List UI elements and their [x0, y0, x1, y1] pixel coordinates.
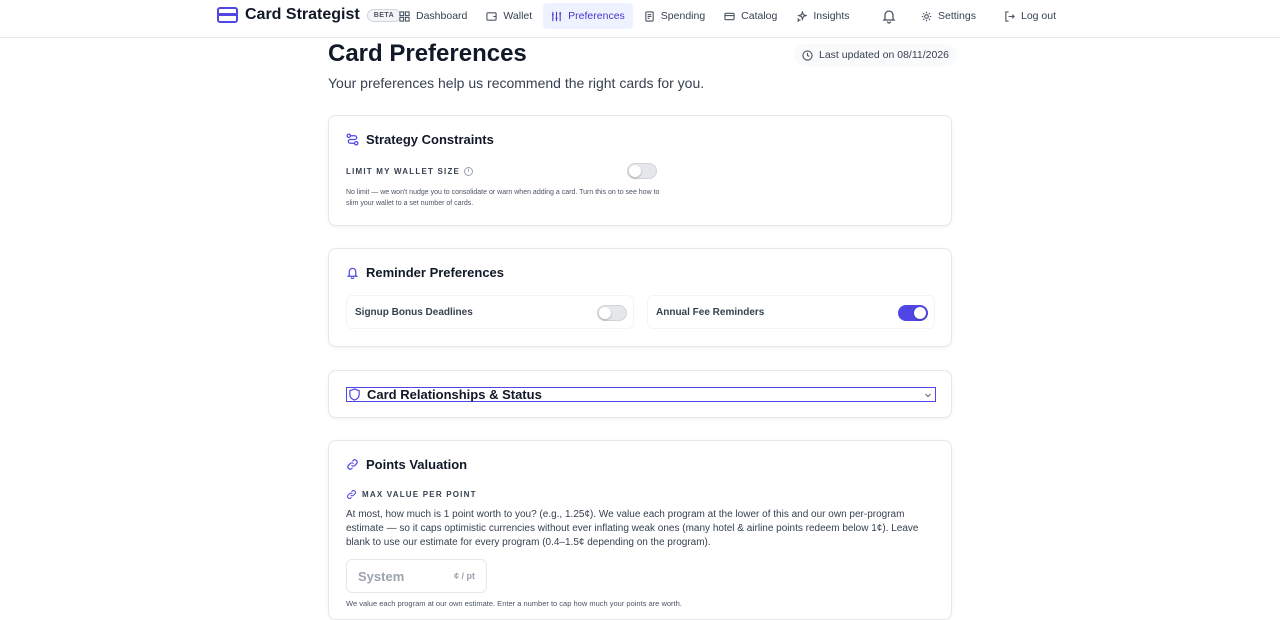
top-navigation-bar: Card Strategist BETA Dashboard Wallet Pr…	[0, 0, 1280, 38]
points-card-header: Points Valuation	[346, 457, 467, 472]
last-updated-badge: Last updated on 08/11/2026	[794, 44, 958, 66]
credit-card-icon	[217, 7, 238, 23]
page-title: Card Preferences	[328, 40, 527, 67]
route-icon	[346, 133, 359, 146]
max-value-input[interactable]	[358, 568, 438, 584]
insights-icon	[797, 10, 808, 22]
wallet-icon	[486, 11, 498, 21]
strategy-card-header: Strategy Constraints	[346, 132, 494, 147]
clock-icon	[802, 49, 813, 61]
reminder-card-title: Reminder Preferences	[366, 265, 505, 280]
main-nav: Dashboard Wallet Preferences Spending Ca…	[391, 3, 861, 29]
signup-bonus-toggle[interactable]	[597, 305, 627, 321]
nav-label: Dashboard	[416, 10, 468, 22]
logout-icon	[1005, 10, 1015, 22]
last-updated-text: Last updated on 08/11/2026	[819, 49, 950, 61]
nav-spending[interactable]: Spending	[636, 3, 713, 29]
nav-dashboard[interactable]: Dashboard	[391, 3, 475, 29]
catalog-icon	[724, 12, 735, 20]
preferences-icon	[552, 11, 562, 21]
toggle-knob	[599, 307, 611, 319]
nav-label: Wallet	[503, 10, 533, 22]
bell-icon[interactable]	[881, 8, 897, 24]
reminder-preferences-card: Reminder Preferences Signup Bonus Deadli…	[328, 248, 952, 347]
nav-label: Spending	[660, 10, 706, 22]
max-value-description: At most, how much is 1 point worth to yo…	[346, 509, 919, 548]
max-value-text: MAX VALUE PER POINT	[362, 490, 477, 499]
logout-label: Log out	[1021, 10, 1057, 22]
signup-bonus-label: Signup Bonus Deadlines	[355, 307, 473, 318]
cents-per-point-unit: ¢ / pt	[453, 571, 475, 581]
nav-catalog[interactable]: Catalog	[716, 3, 785, 29]
nav-label: Catalog	[741, 10, 778, 22]
annual-fee-row: Annual Fee Reminders	[647, 295, 935, 329]
brand[interactable]: Card Strategist BETA	[217, 6, 402, 24]
limit-wallet-helper: No limit — we won't nudge you to consoli…	[346, 189, 660, 207]
max-value-label: MAX VALUE PER POINT	[346, 489, 477, 500]
points-card-title: Points Valuation	[366, 457, 468, 472]
reminder-card-header: Reminder Preferences	[346, 265, 504, 280]
toggle-knob	[914, 307, 926, 319]
gear-icon	[921, 11, 932, 21]
max-value-input-box: ¢ / pt	[346, 559, 487, 593]
nav-wallet[interactable]: Wallet	[478, 3, 540, 29]
signup-bonus-row: Signup Bonus Deadlines	[346, 295, 634, 329]
annual-fee-label: Annual Fee Reminders	[656, 307, 765, 318]
bell-icon	[346, 267, 359, 279]
strategy-constraints-card: Strategy Constraints LIMIT MY WALLET SIZ…	[328, 115, 952, 226]
nav-preferences[interactable]: Preferences	[543, 3, 633, 29]
nav-label: Preferences	[568, 10, 625, 22]
limit-wallet-text: LIMIT MY WALLET SIZE	[346, 167, 461, 176]
toggle-knob	[629, 165, 641, 177]
page-subtitle: Your preferences help us recommend the r…	[328, 75, 705, 91]
logout-button[interactable]: Log out	[997, 3, 1063, 29]
link-icon	[347, 490, 356, 499]
link-icon	[347, 459, 358, 470]
chevron-down-icon	[925, 393, 931, 398]
limit-wallet-label: LIMIT MY WALLET SIZE i	[346, 167, 474, 176]
card-relationships-title: Card Relationships & Status	[367, 387, 542, 402]
settings-link[interactable]: Settings	[914, 3, 983, 29]
shield-icon	[349, 388, 360, 401]
nav-insights[interactable]: Insights	[788, 3, 857, 29]
card-relationships-toggle[interactable]: Card Relationships & Status	[346, 387, 936, 402]
dashboard-icon	[399, 10, 410, 22]
limit-wallet-toggle[interactable]	[627, 163, 657, 179]
info-icon[interactable]: i	[464, 167, 474, 176]
points-valuation-card: Points Valuation MAX VALUE PER POINT At …	[328, 440, 952, 620]
nav-label: Insights	[813, 10, 850, 22]
strategy-card-title: Strategy Constraints	[366, 132, 494, 147]
annual-fee-toggle[interactable]	[898, 305, 928, 321]
spending-icon	[645, 10, 654, 22]
card-relationships-card: Card Relationships & Status	[328, 370, 952, 418]
settings-label: Settings	[938, 10, 976, 22]
brand-name: Card Strategist	[245, 6, 360, 23]
